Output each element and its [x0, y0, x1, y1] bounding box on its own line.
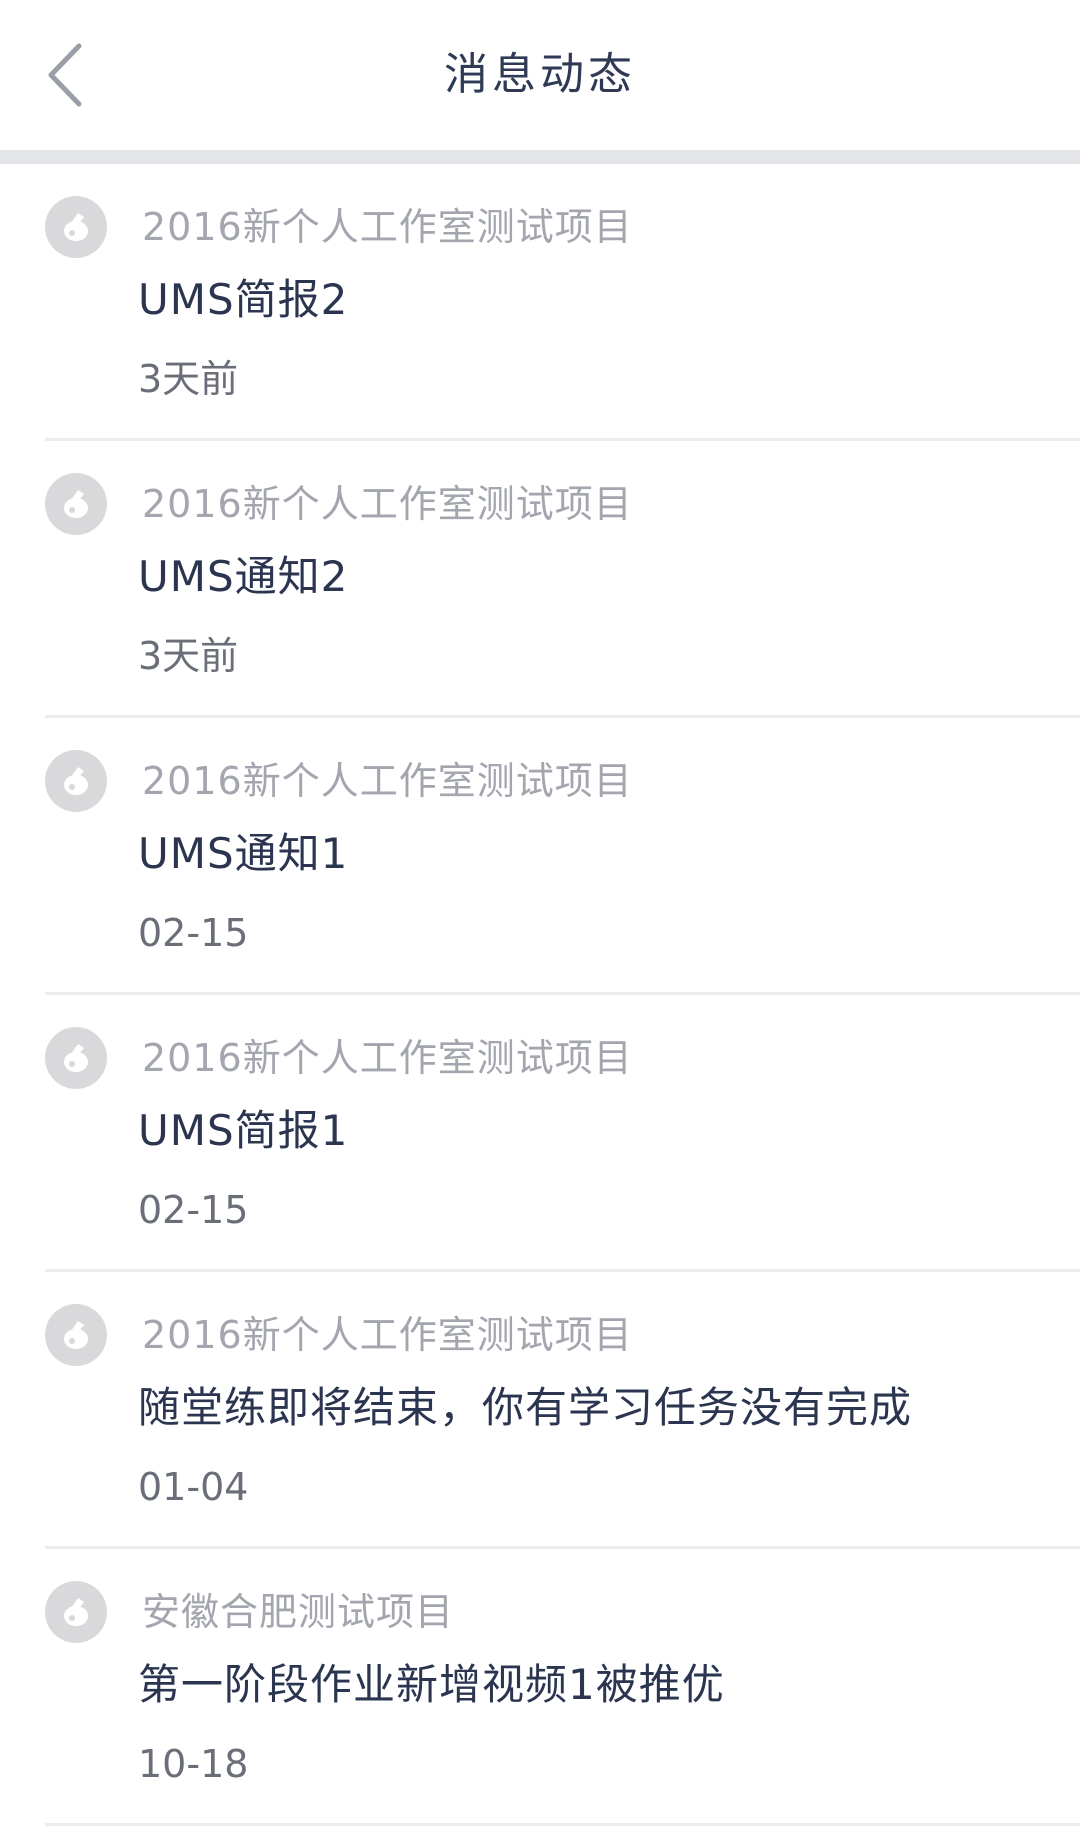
message-time: 02-15: [138, 911, 249, 955]
project-avatar: [45, 1027, 107, 1089]
project-name: 2016新个人工作室测试项目: [142, 1313, 633, 1357]
message-item[interactable]: 2016新个人工作室测试项目 UMS通知2 3天前: [0, 441, 1080, 718]
message-title: 第一阶段作业新增视频1被推优: [138, 1660, 725, 1709]
project-logo-icon: [64, 1598, 88, 1626]
project-name: 2016新个人工作室测试项目: [142, 759, 633, 803]
message-title: UMS简报2: [138, 275, 349, 324]
project-logo-icon: [64, 1044, 88, 1072]
project-name: 安徽合肥测试项目: [142, 1590, 455, 1634]
message-title: UMS通知1: [138, 829, 349, 878]
project-avatar: [45, 473, 107, 535]
item-divider: [45, 1823, 1080, 1826]
message-item[interactable]: 2016新个人工作室测试项目 UMS通知1 02-15: [0, 718, 1080, 995]
message-time: 02-15: [138, 1188, 249, 1232]
page-title: 消息动态: [444, 49, 636, 100]
message-time: 10-18: [138, 1742, 249, 1786]
project-name: 2016新个人工作室测试项目: [142, 482, 633, 526]
message-title: UMS通知2: [138, 552, 349, 601]
message-item[interactable]: 2016新个人工作室测试项目 UMS简报2 3天前: [0, 164, 1080, 441]
message-title: UMS简报1: [138, 1106, 349, 1155]
project-logo-icon: [64, 213, 88, 241]
top-bar: 消息动态: [0, 0, 1080, 150]
header-divider: [0, 150, 1080, 164]
project-name: 2016新个人工作室测试项目: [142, 205, 633, 249]
project-avatar: [45, 1581, 107, 1643]
project-logo-icon: [64, 1321, 88, 1349]
message-item[interactable]: 2016新个人工作室测试项目 随堂练即将结束，你有学习任务没有完成 01-04: [0, 1272, 1080, 1549]
project-name: 2016新个人工作室测试项目: [142, 1036, 633, 1080]
message-title: 随堂练即将结束，你有学习任务没有完成: [138, 1383, 913, 1432]
message-item[interactable]: 2016新个人工作室测试项目 UMS简报1 02-15: [0, 995, 1080, 1272]
message-time: 01-04: [138, 1465, 249, 1509]
project-logo-icon: [64, 767, 88, 795]
project-avatar: [45, 1304, 107, 1366]
project-logo-icon: [64, 490, 88, 518]
message-time: 3天前: [138, 357, 239, 401]
message-list: 2016新个人工作室测试项目 UMS简报2 3天前 2016新个人工作室测试项目…: [0, 164, 1080, 1826]
message-time: 3天前: [138, 634, 239, 678]
project-avatar: [45, 196, 107, 258]
message-item[interactable]: 安徽合肥测试项目 第一阶段作业新增视频1被推优 10-18: [0, 1549, 1080, 1826]
project-avatar: [45, 750, 107, 812]
